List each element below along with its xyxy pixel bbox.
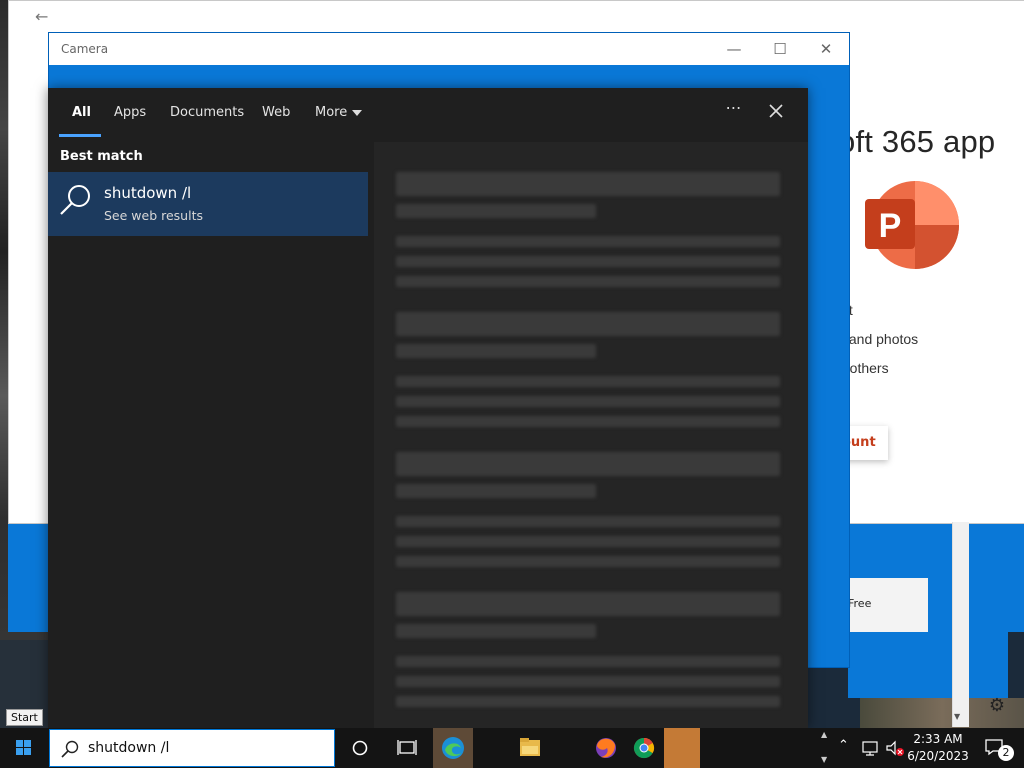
office-heading: oft 365 app xyxy=(838,124,996,159)
camera-title: Camera xyxy=(61,42,109,56)
placeholder-block xyxy=(396,676,780,687)
network-icon[interactable] xyxy=(860,738,882,758)
result-title: shutdown /l xyxy=(104,184,192,202)
placeholder-block xyxy=(396,172,780,196)
notification-center-button[interactable]: 2 xyxy=(980,728,1024,768)
placeholder-block xyxy=(396,656,780,667)
scroll-up-icon[interactable]: ▲ xyxy=(821,730,827,739)
placeholder-block xyxy=(396,312,780,336)
maximize-button[interactable]: ☐ xyxy=(757,37,803,61)
svg-text:P: P xyxy=(879,207,902,245)
placeholder-block xyxy=(396,276,780,287)
result-subtitle: See web results xyxy=(104,208,203,223)
search-icon xyxy=(61,740,79,758)
tab-all[interactable]: All xyxy=(72,105,91,120)
placeholder-block xyxy=(396,452,780,476)
tab-documents[interactable]: Documents xyxy=(170,105,244,120)
close-icon[interactable] xyxy=(762,100,790,124)
placeholder-block xyxy=(396,624,596,638)
chrome-icon[interactable] xyxy=(622,728,666,768)
chevron-down-icon xyxy=(352,109,363,116)
volume-muted-icon[interactable] xyxy=(884,738,906,758)
office-feature-2: s and photos xyxy=(838,331,919,347)
placeholder-block xyxy=(396,236,780,247)
taskbar-scroll[interactable]: ▲ ▼ xyxy=(820,728,832,768)
placeholder-block xyxy=(396,256,780,267)
search-input[interactable] xyxy=(88,738,328,758)
best-match-label: Best match xyxy=(60,149,143,164)
settings-gear-icon[interactable]: ⚙ xyxy=(986,695,1008,717)
tab-more-label: More xyxy=(315,105,348,120)
best-match-result[interactable]: shutdown /l See web results xyxy=(48,172,368,236)
scroll-down-icon[interactable]: ▼ xyxy=(821,755,827,764)
close-window-button[interactable]: ✕ xyxy=(803,37,849,61)
placeholder-block xyxy=(396,204,596,218)
show-hidden-icons-icon[interactable]: ⌃ xyxy=(838,738,849,753)
tab-more[interactable]: More xyxy=(315,105,363,120)
tab-apps[interactable]: Apps xyxy=(114,105,146,120)
notification-count-badge: 2 xyxy=(998,745,1014,761)
scroll-down-arrow-icon[interactable]: ▼ xyxy=(954,712,960,721)
placeholder-block xyxy=(396,556,780,567)
powerpoint-icon: P xyxy=(865,181,959,269)
taskbar-edge-button[interactable] xyxy=(433,728,473,768)
placeholder-block xyxy=(396,344,596,358)
placeholder-block xyxy=(396,516,780,527)
edge-icon xyxy=(442,737,464,759)
clock-date[interactable]: 6/20/2023 xyxy=(906,749,970,763)
taskbar: ▲ ▼ ⌃ 2:33 AM 6/20/2023 2 xyxy=(0,728,1024,768)
camera-titlebar[interactable]: Camera — ☐ ✕ xyxy=(49,33,849,65)
placeholder-block xyxy=(396,696,780,707)
placeholder-block xyxy=(396,592,780,616)
active-tab-indicator xyxy=(59,134,101,137)
task-view-icon[interactable] xyxy=(385,728,429,768)
more-options-icon[interactable]: ⋯ xyxy=(722,98,746,126)
taskbar-active-app[interactable] xyxy=(664,728,700,768)
windows-start-icon[interactable] xyxy=(0,728,48,768)
clock-time[interactable]: 2:33 AM xyxy=(906,732,970,746)
taskbar-search-box[interactable] xyxy=(49,729,335,767)
placeholder-block xyxy=(396,484,596,498)
minimize-button[interactable]: — xyxy=(711,37,757,61)
placeholder-block xyxy=(396,416,780,427)
tab-web[interactable]: Web xyxy=(262,105,290,120)
file-explorer-icon[interactable] xyxy=(508,728,552,768)
start-tooltip: Start xyxy=(6,709,43,726)
office-lower-card-text: Free xyxy=(848,597,872,610)
search-flyout: All Apps Documents Web More ⋯ Best match… xyxy=(48,88,808,728)
cortana-icon[interactable] xyxy=(338,728,382,768)
placeholder-block xyxy=(396,376,780,387)
results-preview-pane xyxy=(374,142,808,728)
placeholder-block xyxy=(396,396,780,407)
office-scrollbar[interactable] xyxy=(952,522,969,727)
placeholder-block xyxy=(396,536,780,547)
search-icon xyxy=(60,185,90,215)
back-arrow-icon[interactable]: ← xyxy=(35,7,48,26)
